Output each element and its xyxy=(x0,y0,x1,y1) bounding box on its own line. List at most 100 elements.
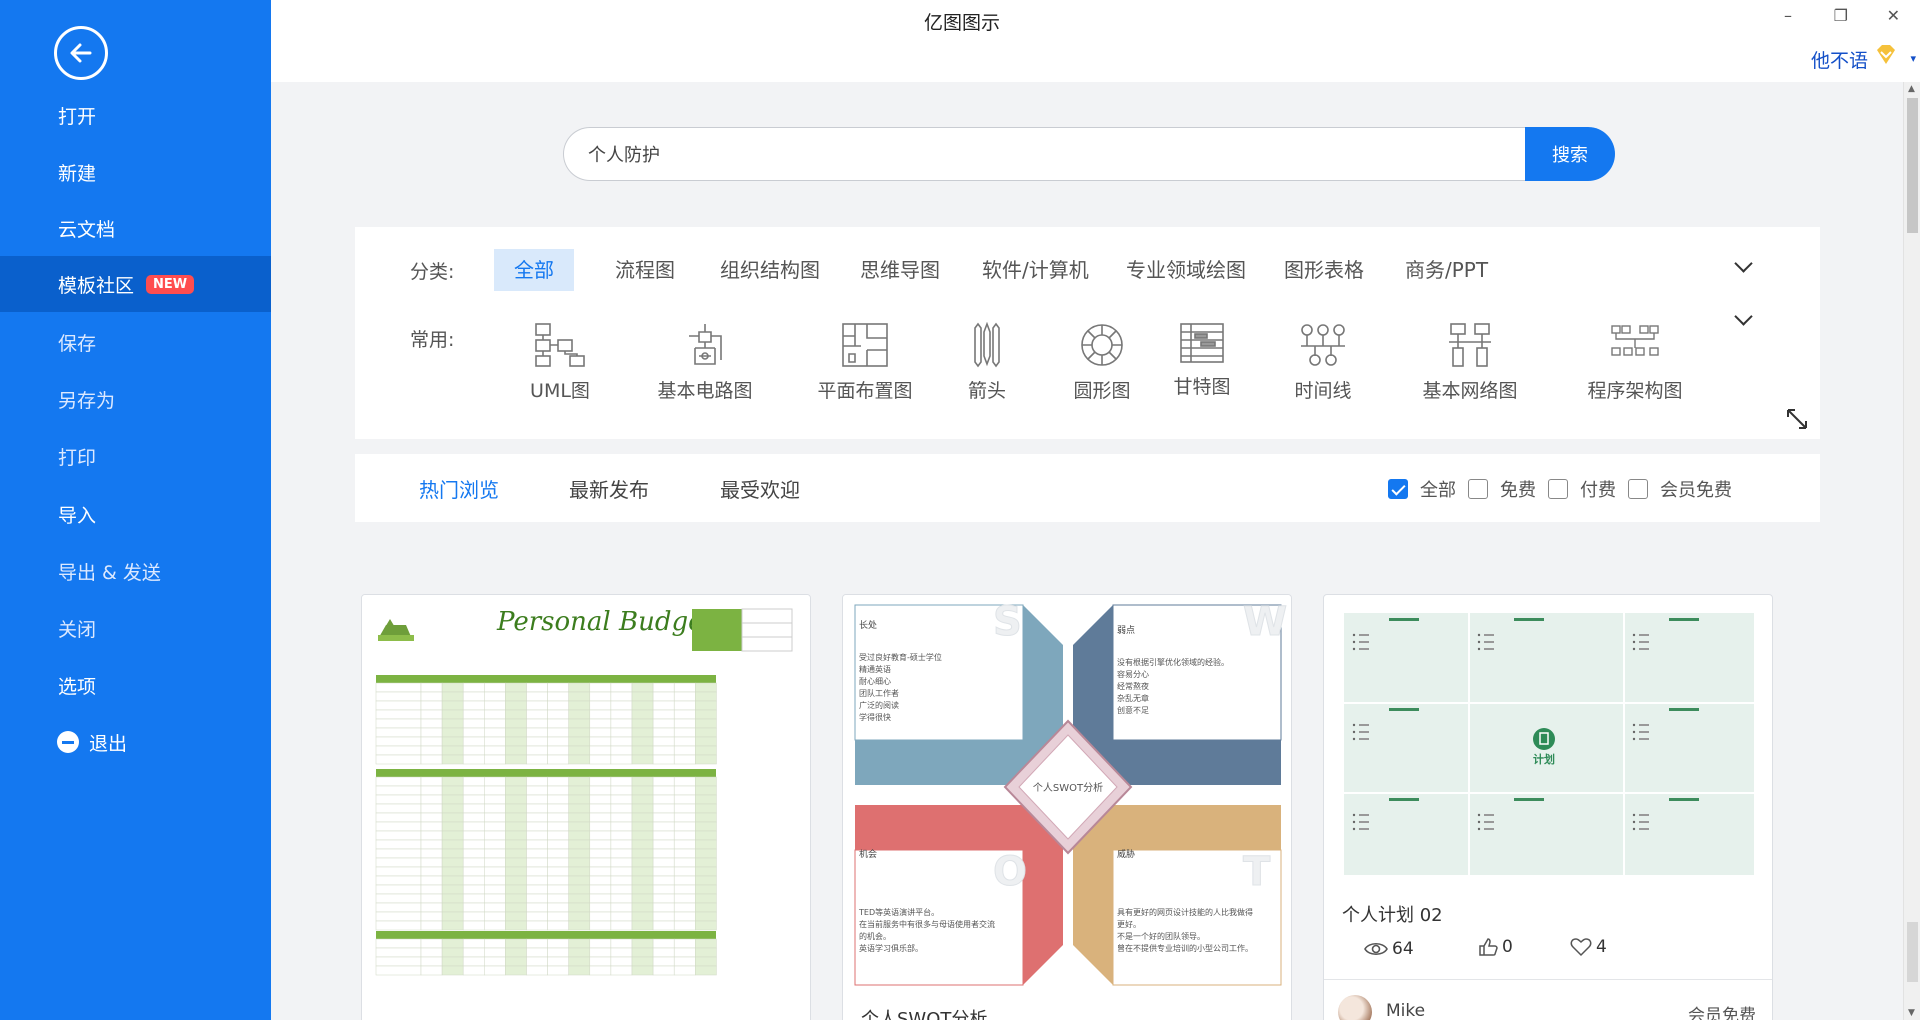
sidebar-item-close[interactable]: 关闭 xyxy=(0,600,271,656)
common-item-label: 基本网络图 xyxy=(1422,380,1518,402)
heart-icon xyxy=(1570,938,1592,957)
sidebar-item-cloud-docs[interactable]: 云文档 xyxy=(0,200,271,256)
eye-icon xyxy=(1364,942,1388,956)
swot-letter: W xyxy=(1243,599,1287,645)
common-item-network[interactable]: 基本网络图 xyxy=(1415,322,1525,403)
sidebar-item-export-send[interactable]: 导出 & 发送 xyxy=(0,543,271,599)
common-item-architecture[interactable]: 程序架构图 xyxy=(1580,322,1690,403)
chevron-down-icon[interactable] xyxy=(1734,307,1753,326)
card-title: 个人计划 02 xyxy=(1342,905,1443,926)
new-badge: NEW xyxy=(146,274,195,294)
swot-text: 精通英语 xyxy=(859,664,891,674)
common-item-circuit[interactable]: 基本电路图 xyxy=(645,322,765,403)
title-bar: 亿图图示 – ❐ ✕ 他不语 ▾ xyxy=(271,0,1920,82)
filter-vip-free[interactable]: 会员免费 xyxy=(1628,476,1732,502)
swot-text: 的机会。 xyxy=(859,931,891,941)
filter-all[interactable]: 全部 xyxy=(1388,476,1456,502)
likes-count: 0 xyxy=(1502,937,1513,957)
restore-icon[interactable]: ❐ xyxy=(1834,6,1848,25)
sidebar-item-save[interactable]: 保存 xyxy=(0,314,271,370)
network-icon xyxy=(1449,323,1491,367)
category-all[interactable]: 全部 xyxy=(494,249,574,291)
swot-text: TED等英语演讲平台。 xyxy=(858,907,939,917)
tab-latest[interactable]: 最新发布 xyxy=(569,474,649,503)
scroll-up-icon[interactable]: ▲ xyxy=(1908,84,1915,94)
price-label: 会员免费 xyxy=(1688,1006,1756,1020)
category-graphic-table[interactable]: 图形表格 xyxy=(1264,249,1384,291)
common-item-label: 甘特图 xyxy=(1173,376,1231,398)
sidebar-item-exit[interactable]: 退出 xyxy=(0,714,271,770)
template-card-swot[interactable]: 个人SWOT分析 S W O T 长处 弱点 机会 威胁 受过良好教育-硕士学位… xyxy=(842,594,1292,1020)
common-item-label: 箭头 xyxy=(967,380,1006,402)
common-item-uml[interactable]: UML图 xyxy=(520,322,600,403)
common-item-circular[interactable]: 圆形图 xyxy=(1062,322,1142,403)
common-item-label: 基本电路图 xyxy=(657,380,753,402)
scroll-track-marker xyxy=(1907,922,1918,982)
chevron-down-icon[interactable]: ▾ xyxy=(1910,52,1916,65)
sidebar-item-save-as[interactable]: 另存为 xyxy=(0,371,271,427)
favorites-count: 4 xyxy=(1596,937,1607,957)
back-arrow-icon[interactable] xyxy=(54,26,108,80)
uml-icon xyxy=(535,323,585,367)
swot-text: 在当前服务中有很多与母语使用者交流 xyxy=(859,919,995,929)
category-mind-map[interactable]: 思维导图 xyxy=(840,249,960,291)
sidebar-item-new[interactable]: 新建 xyxy=(0,144,271,200)
filter-paid[interactable]: 付费 xyxy=(1548,476,1616,502)
category-flowchart[interactable]: 流程图 xyxy=(595,249,695,291)
template-card-budget[interactable]: Personal Budget xyxy=(361,594,811,1020)
template-card-plan[interactable]: 计划 个人计划 02 64 0 4 Mike 会员免费 xyxy=(1323,594,1773,1020)
card-title: 个人SWOT分析 xyxy=(861,1009,988,1020)
sidebar-item-label: 打开 xyxy=(58,105,97,128)
budget-preview-title: Personal Budget xyxy=(496,607,714,637)
favorites-stat[interactable]: 4 xyxy=(1570,937,1607,957)
filter-free[interactable]: 免费 xyxy=(1468,476,1536,502)
sort-tab-bar: 热门浏览 最新发布 最受欢迎 全部 免费 付费 会员免费 xyxy=(355,454,1820,522)
category-label: 分类: xyxy=(410,261,455,283)
circular-icon xyxy=(1081,324,1123,366)
close-icon[interactable]: ✕ xyxy=(1887,6,1900,25)
swot-preview: 个人SWOT分析 S W O T 长处 弱点 机会 威胁 受过良好教育-硕士学位… xyxy=(843,595,1291,995)
filter-label: 全部 xyxy=(1420,480,1456,501)
expand-icon[interactable] xyxy=(1785,407,1809,431)
category-org-chart[interactable]: 组织结构图 xyxy=(700,249,840,291)
likes-stat[interactable]: 0 xyxy=(1478,937,1513,957)
tab-hot[interactable]: 热门浏览 xyxy=(419,474,499,503)
vertical-scrollbar[interactable]: ▲ ▼ xyxy=(1903,82,1920,1020)
search-input[interactable] xyxy=(563,127,1525,181)
common-item-gantt[interactable]: 甘特图 xyxy=(1162,322,1242,399)
exit-icon xyxy=(57,731,79,753)
sidebar-item-label: 保存 xyxy=(58,332,97,355)
sidebar-item-open[interactable]: 打开 xyxy=(0,87,271,143)
tab-popular[interactable]: 最受欢迎 xyxy=(720,474,800,503)
sidebar-item-options[interactable]: 选项 xyxy=(0,657,271,713)
author-name[interactable]: Mike xyxy=(1386,1001,1425,1020)
category-software[interactable]: 软件/计算机 xyxy=(962,249,1109,291)
sidebar-item-label: 云文档 xyxy=(58,218,116,241)
common-item-label: 平面布置图 xyxy=(817,380,913,402)
swot-text: 经常熬夜 xyxy=(1117,681,1149,691)
swot-text: 创意不足 xyxy=(1117,705,1149,715)
user-name[interactable]: 他不语 xyxy=(1811,46,1868,73)
common-item-timeline[interactable]: 时间线 xyxy=(1283,322,1363,403)
scroll-down-icon[interactable]: ▼ xyxy=(1908,1008,1915,1018)
category-business-ppt[interactable]: 商务/PPT xyxy=(1385,249,1508,291)
search-button[interactable]: 搜索 xyxy=(1525,127,1615,181)
avatar[interactable] xyxy=(1338,995,1372,1020)
checkbox-icon xyxy=(1548,479,1568,499)
category-professional[interactable]: 专业领域绘图 xyxy=(1106,249,1266,291)
sidebar-item-template-community[interactable]: 模板社区 NEW xyxy=(0,256,271,312)
minimize-icon[interactable]: – xyxy=(1784,6,1792,25)
common-item-arrows[interactable]: 箭头 xyxy=(957,322,1017,403)
chevron-down-icon[interactable] xyxy=(1734,254,1753,273)
sidebar-item-import[interactable]: 导入 xyxy=(0,486,271,542)
swot-text: 容易分心 xyxy=(1117,669,1149,679)
timeline-icon xyxy=(1301,324,1345,366)
scroll-thumb[interactable] xyxy=(1907,98,1918,233)
common-item-floor-plan[interactable]: 平面布置图 xyxy=(805,322,925,403)
sidebar-item-label: 新建 xyxy=(58,162,97,185)
sidebar-item-label: 导入 xyxy=(58,504,97,527)
swot-heading: 长处 xyxy=(859,619,877,631)
sidebar-item-print[interactable]: 打印 xyxy=(0,428,271,484)
swot-text: 学得很快 xyxy=(859,712,891,722)
checkbox-checked-icon xyxy=(1388,479,1408,499)
